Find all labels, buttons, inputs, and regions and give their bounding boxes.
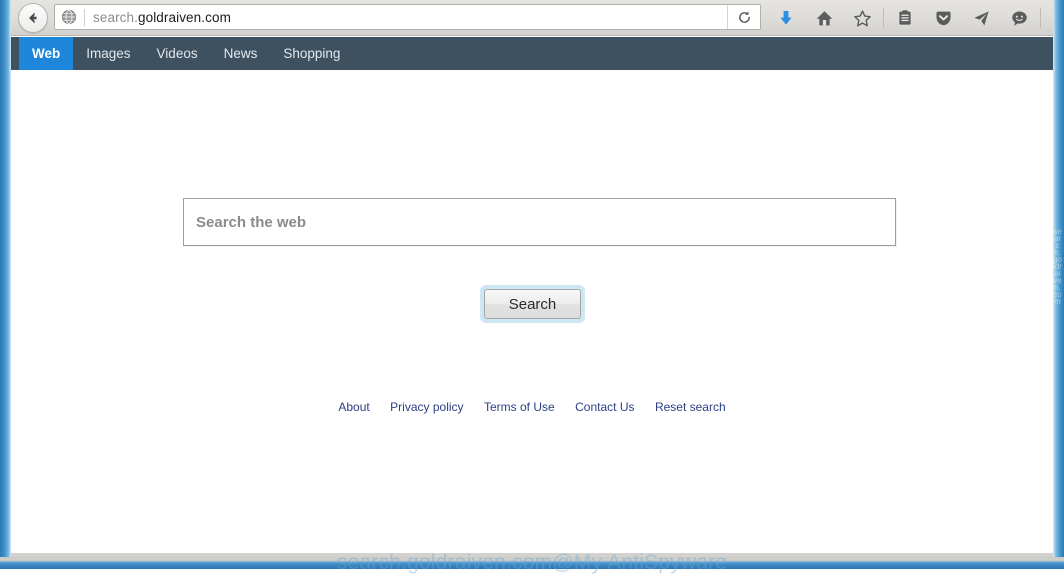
- back-arrow-icon: [29, 12, 37, 24]
- tab-news[interactable]: News: [211, 37, 271, 70]
- url-separator: [84, 8, 85, 26]
- watermark-side: search.goldraiven.com: [1053, 227, 1062, 306]
- pocket-shield-icon: [935, 11, 951, 25]
- frame-border-bottom-inner: [11, 553, 1053, 557]
- download-button[interactable]: [767, 0, 805, 36]
- chat-bubble-icon: [1011, 10, 1027, 26]
- search-button[interactable]: Search: [484, 289, 581, 319]
- tab-shopping[interactable]: Shopping: [270, 37, 353, 70]
- tab-images[interactable]: Images: [73, 37, 143, 70]
- page-content: Search About Privacy policy Terms of Use…: [11, 70, 1053, 553]
- frame-border-left: [0, 0, 11, 569]
- tab-web[interactable]: Web: [19, 37, 74, 70]
- browser-window: search.goldraiven.com Web Images Videos …: [0, 0, 1064, 574]
- browser-toolbar-icons: [767, 0, 1064, 36]
- url-bar[interactable]: search.goldraiven.com: [54, 4, 761, 30]
- tab-videos[interactable]: Videos: [144, 37, 211, 70]
- reader-list-icon: [899, 10, 911, 25]
- tab-web-label: Web: [32, 46, 61, 61]
- url-domain: goldraiven.com: [137, 9, 231, 25]
- url-prefix: search.: [93, 9, 138, 25]
- send-button[interactable]: [962, 0, 1000, 36]
- search-input[interactable]: [183, 198, 896, 246]
- tab-news-label: News: [223, 46, 258, 61]
- hamburger-menu-icon: [1054, 12, 1064, 24]
- reload-button[interactable]: [727, 5, 760, 29]
- footer-links: About Privacy policy Terms of Use Contac…: [11, 398, 1053, 416]
- watermark-bottom: search.goldraiven.com@My AntiSpyware: [336, 551, 728, 574]
- tab-videos-label: Videos: [156, 46, 198, 61]
- send-paper-plane-icon: [973, 10, 989, 25]
- frame-border-right: [1053, 0, 1064, 569]
- footer-link-privacy-policy[interactable]: Privacy policy: [390, 400, 463, 414]
- tab-images-label: Images: [86, 46, 131, 61]
- url-text: search.goldraiven.com: [93, 10, 231, 25]
- pocket-button[interactable]: [924, 0, 962, 36]
- back-button[interactable]: [18, 3, 48, 33]
- chat-button[interactable]: [1000, 0, 1038, 36]
- footer-link-contact-us[interactable]: Contact Us: [575, 400, 634, 414]
- download-icon: [780, 11, 792, 25]
- toolbar-divider: [883, 8, 884, 28]
- menu-button[interactable]: [1043, 0, 1064, 36]
- search-button-focus-ring: Search: [480, 285, 585, 323]
- reload-icon: [738, 10, 750, 23]
- home-icon: [816, 10, 832, 25]
- browser-toolbar: search.goldraiven.com: [11, 0, 1064, 36]
- home-button[interactable]: [805, 0, 843, 36]
- tab-shopping-label: Shopping: [283, 46, 341, 61]
- site-nav-bar: Web Images Videos News Shopping: [11, 37, 1053, 70]
- footer-link-reset-search[interactable]: Reset search: [655, 400, 726, 414]
- bookmark-button[interactable]: [843, 0, 881, 36]
- reader-list-button[interactable]: [886, 0, 924, 36]
- frame-border-bottom: [0, 557, 1064, 569]
- footer-link-terms-of-use[interactable]: Terms of Use: [484, 400, 555, 414]
- toolbar-divider-2: [1040, 8, 1041, 28]
- globe-icon: [61, 9, 77, 25]
- footer-link-about[interactable]: About: [338, 400, 369, 414]
- bookmark-star-icon: [853, 9, 871, 26]
